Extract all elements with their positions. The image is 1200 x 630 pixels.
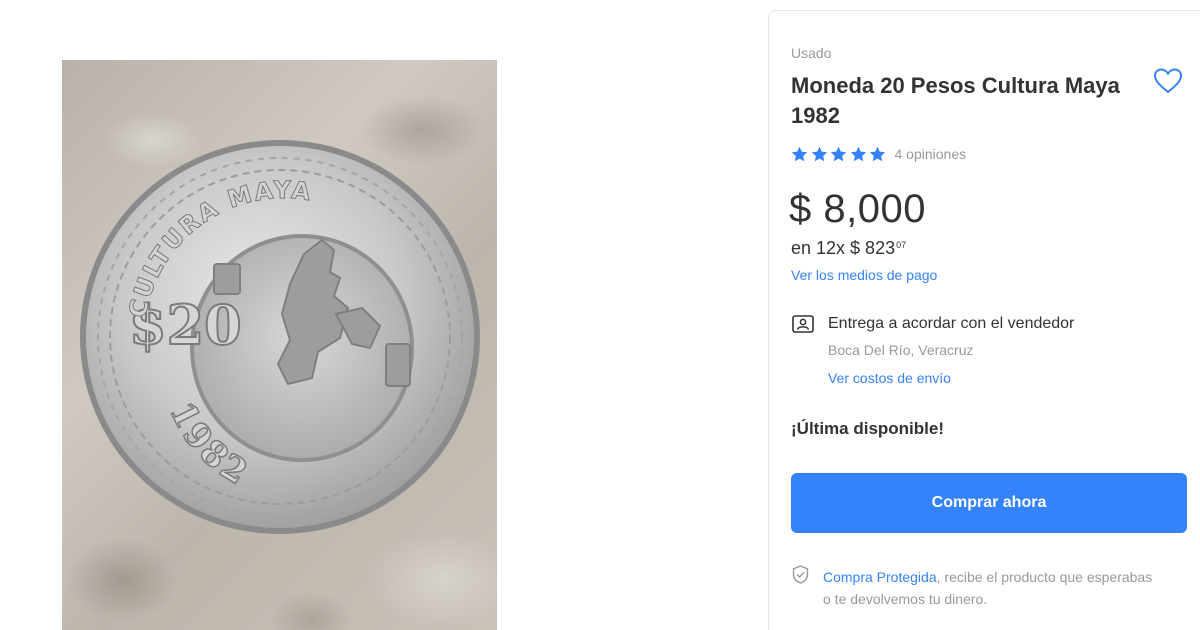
star-icon <box>811 146 827 162</box>
star-icon <box>850 146 866 162</box>
buy-now-button[interactable]: Comprar ahora <box>791 473 1187 533</box>
star-icon <box>869 146 886 162</box>
purchase-protection: Compra Protegida, recibe el producto que… <box>823 566 1153 610</box>
stock-status: ¡Última disponible! <box>791 419 944 438</box>
shipping-location: Boca Del Río, Veracruz <box>828 342 974 358</box>
reviews-count: 4 opiniones <box>894 146 967 162</box>
star-icon <box>791 146 808 162</box>
rating[interactable]: 4 opiniones <box>791 145 966 163</box>
protected-purchase-link[interactable]: Compra Protegida <box>823 569 937 585</box>
shipping-costs-link[interactable]: Ver costos de envío <box>828 370 951 386</box>
coin-image: $20 CULTURA MAYA 1982 <box>80 140 480 534</box>
price: $ 8,000 <box>789 187 926 231</box>
purchase-panel: Usado Moneda 20 Pesos Cultura Maya 1982 … <box>768 10 1200 630</box>
installments-cents: 07 <box>896 240 907 250</box>
shipping-label: Entrega a acordar con el vendedor <box>828 315 1075 332</box>
shield-icon <box>792 565 809 584</box>
product-title: Moneda 20 Pesos Cultura Maya 1982 <box>791 73 1120 128</box>
heart-icon[interactable] <box>1153 67 1183 95</box>
installments-amount: en 12x $ 823 <box>791 238 896 258</box>
star-icon <box>830 146 847 162</box>
payment-methods-link[interactable]: Ver los medios de pago <box>791 267 937 283</box>
item-condition: Usado <box>791 45 832 61</box>
product-image[interactable]: $20 CULTURA MAYA 1982 <box>62 60 497 630</box>
installments: en 12x $ 82307 <box>791 238 906 259</box>
seller-meeting-icon <box>792 315 814 333</box>
